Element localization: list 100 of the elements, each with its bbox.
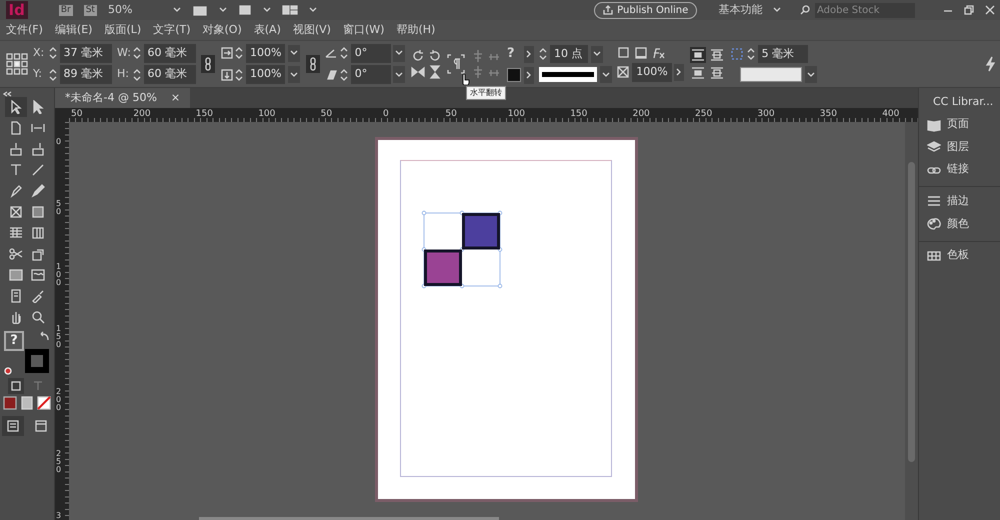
menu-item[interactable]: 编辑(E) [48,22,98,38]
caret-icon[interactable] [263,7,272,13]
stepper-icon[interactable] [132,68,141,82]
effects-icon[interactable] [650,46,667,60]
publish-button[interactable]: Publish Online [594,2,698,18]
frame-icon[interactable] [634,46,648,60]
link-icon[interactable] [306,55,320,73]
wrap-preview-field[interactable] [740,67,802,82]
collapse-icon[interactable] [3,90,13,97]
menu-item[interactable]: 文件(F) [0,22,49,38]
caret-icon[interactable] [773,7,782,13]
swap-icon[interactable] [40,330,50,341]
paragraph-icon[interactable] [447,54,466,74]
stepper-icon[interactable] [48,46,57,60]
stepper-icon[interactable] [539,47,548,62]
stroke-lines-icon [927,194,941,208]
flip-horizontal-icon[interactable] [410,65,425,80]
menu-item[interactable]: 视图(V) [286,22,337,38]
input-field[interactable]: 100% [246,44,286,63]
text-wrap-button[interactable] [708,46,725,63]
menu-item[interactable]: 文字(T) [147,22,196,38]
panel-tab[interactable]: 页面 [919,113,1000,136]
stock-button[interactable]: St [84,4,97,16]
menu-item[interactable]: 帮助(H) [390,22,442,38]
frame-fit-icon[interactable] [617,46,632,60]
input-field[interactable]: 100% [632,63,672,82]
text-wrap-button[interactable] [690,46,706,63]
input-field[interactable]: 0° [350,44,391,63]
input-field[interactable]: 60 毫米 [144,65,196,84]
screen-mode-icon[interactable] [238,4,252,16]
stepper-icon[interactable] [132,46,141,60]
stepper-icon[interactable] [340,68,348,82]
ruler-label: 0 [56,138,62,146]
stroke-style-field[interactable] [539,67,598,82]
format-target-button[interactable] [8,378,24,394]
bridge-button[interactable]: Br [58,4,73,16]
apply-gradient-icon[interactable] [20,396,34,410]
screen-mode-button[interactable] [2,416,24,436]
workspace-label: 基本功能 [718,2,762,18]
menu-item[interactable]: 版面(L) [98,22,148,38]
panel-tab[interactable]: CC Librar... [919,90,1000,114]
close-icon[interactable]: × [170,90,180,106]
dropdown-button[interactable] [804,66,817,84]
menu-item[interactable]: 窗口(W) [336,22,390,38]
field-label: Y: [33,66,43,82]
expand-button[interactable] [524,66,534,84]
caret-icon[interactable] [173,7,182,13]
stroke-swatch[interactable] [25,348,49,373]
panel-tab[interactable]: 链接 [919,158,1000,181]
apply-color-icon[interactable] [3,396,18,410]
stepper-icon[interactable] [746,47,755,62]
restore-icon[interactable] [964,5,974,15]
menu-item[interactable]: 对象(O) [196,22,248,38]
dropdown-button[interactable] [600,66,612,84]
caret-icon[interactable] [309,7,318,13]
input-field[interactable]: 0° [350,65,391,84]
expand-button[interactable] [674,64,684,81]
frame-view-icon[interactable] [192,4,208,16]
flip-vertical-icon[interactable] [428,65,442,80]
stepper-icon[interactable] [235,68,244,82]
dropdown-button[interactable] [590,46,603,63]
text-wrap-button[interactable] [690,65,706,82]
caret-icon[interactable] [219,7,228,13]
input-field[interactable]: 10 点 [550,44,588,64]
dropdown-button[interactable] [393,66,406,84]
stepper-icon[interactable] [48,68,57,82]
search-field[interactable]: Adobe Stock [815,2,915,18]
rotate-counterclockwise-icon[interactable] [428,48,442,63]
stepper-icon[interactable] [235,46,244,60]
dropdown-button[interactable] [393,44,406,62]
default-colors-icon[interactable] [4,366,12,375]
reference-point-icon[interactable] [6,53,28,75]
fill-swatch[interactable]: ? [4,330,24,351]
panel-tab[interactable]: 图层 [919,136,1000,158]
scrollbar-thumb[interactable] [908,162,915,462]
panel-tab[interactable]: 色板 [919,244,1000,267]
panel-tab[interactable]: 描边 [919,190,1000,212]
input-field[interactable]: 37 毫米 [60,44,112,63]
stepper-icon[interactable] [340,46,348,60]
lightning-icon[interactable] [984,56,994,72]
expand-button[interactable] [524,46,534,63]
input-field[interactable]: 100% [246,65,286,84]
apply-none-icon[interactable] [36,396,51,410]
panel-tab[interactable]: 颜色 [919,212,1000,235]
scrollbar[interactable] [199,517,499,520]
menu-item[interactable]: 表(A) [248,22,287,38]
input-field[interactable]: 89 毫米 [60,65,112,84]
text-wrap-button[interactable] [708,65,725,82]
close-icon[interactable] [984,5,994,15]
document-tab[interactable]: *未命名-4 @ 50% × [55,88,190,108]
link-icon[interactable] [201,55,215,73]
tool-button[interactable] [5,96,27,117]
rotate-clockwise-icon[interactable] [410,48,425,63]
input-field[interactable]: 5 毫米 [758,44,808,64]
stroke-swatch[interactable] [506,68,521,82]
input-field[interactable]: 60 毫米 [144,44,196,63]
dropdown-button[interactable] [288,44,300,62]
dropdown-button[interactable] [288,66,300,84]
arrange-icon[interactable] [282,4,298,16]
chevron-right-icon [526,50,532,58]
